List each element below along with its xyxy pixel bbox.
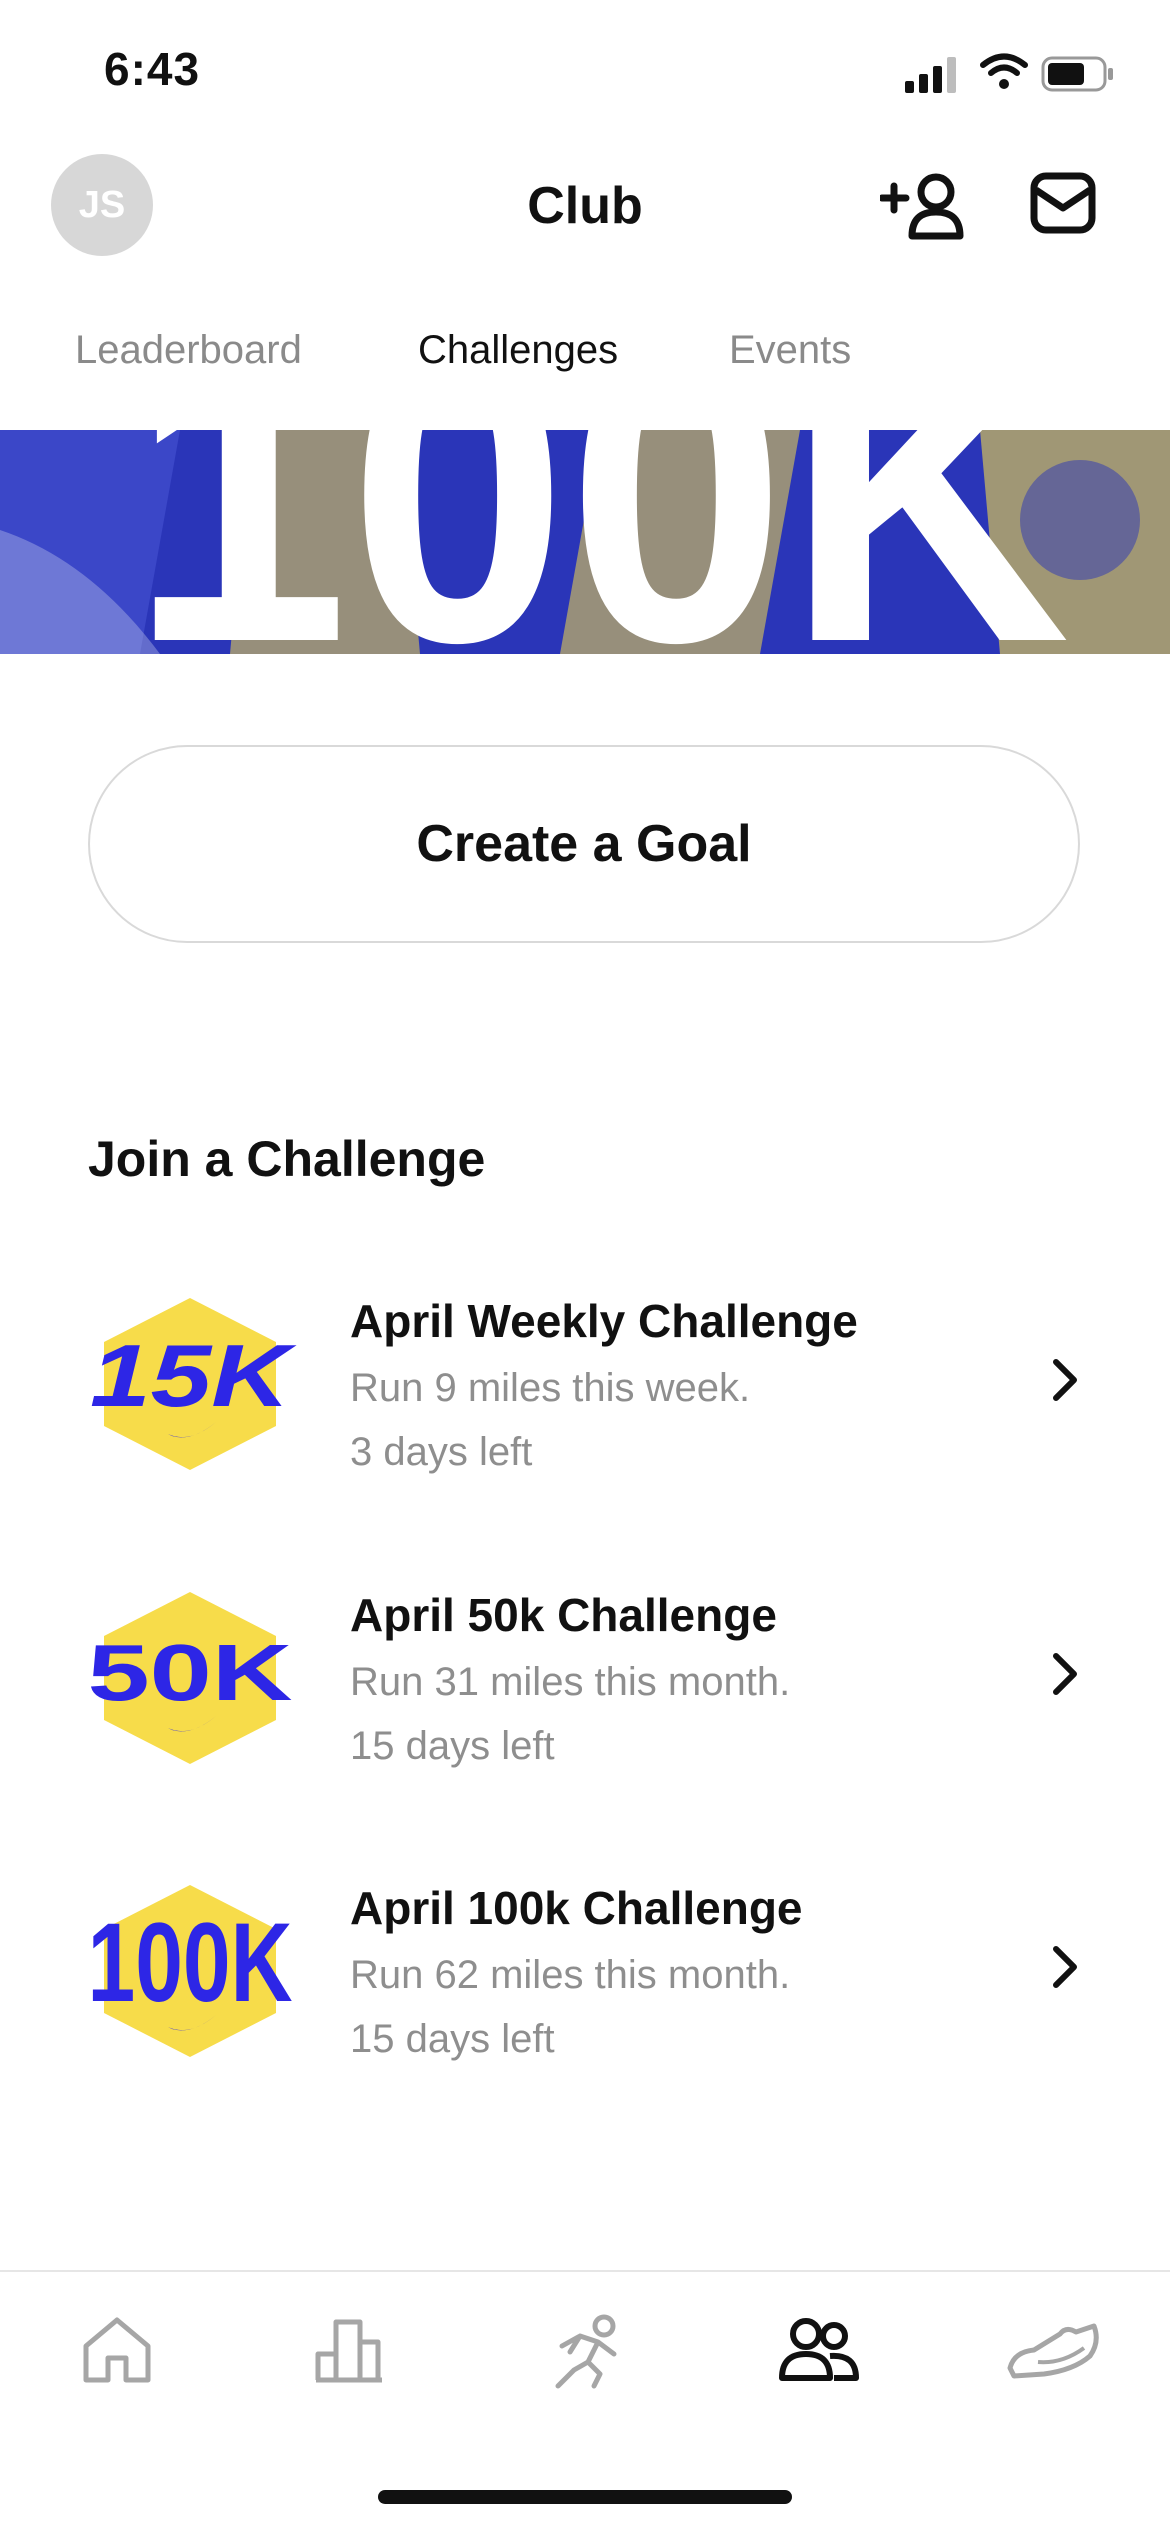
page-title: Club: [527, 177, 643, 235]
challenge-description: Run 9 miles this week.: [350, 1366, 751, 1410]
challenge-badge-100k: 100K: [88, 1885, 293, 2057]
status-time: 6:43: [104, 43, 201, 95]
challenge-badge-50k: 50K: [88, 1592, 293, 1764]
challenge-description: Run 31 miles this month.: [350, 1660, 791, 1704]
challenge-row-50k[interactable]: 50K April 50k Challenge Run 31 miles thi…: [80, 1588, 1090, 1818]
tab-challenges[interactable]: Challenges: [418, 328, 618, 373]
chevron-right-icon: [1053, 1359, 1077, 1401]
home-icon[interactable]: [80, 2312, 154, 2386]
banner-image: 100K: [0, 430, 1170, 654]
challenge-title: April 100k Challenge: [350, 1882, 803, 1934]
tab-events[interactable]: Events: [729, 328, 851, 373]
badge-text: 15K: [90, 1326, 297, 1425]
challenge-title: April 50k Challenge: [350, 1589, 777, 1641]
club-icon[interactable]: [776, 2312, 860, 2386]
banner-title: 100K: [130, 430, 1070, 654]
chevron-right-icon: [1053, 1653, 1077, 1695]
create-goal-button[interactable]: Create a Goal: [88, 745, 1080, 943]
add-friend-icon[interactable]: [880, 170, 970, 240]
challenge-description: Run 62 miles this month.: [350, 1953, 791, 1997]
shoe-icon[interactable]: [1004, 2312, 1104, 2386]
activity-icon[interactable]: [312, 2312, 386, 2386]
challenge-time-left: 15 days left: [350, 1724, 555, 1768]
challenge-badge-15k: 15K: [90, 1298, 297, 1470]
section-heading: Join a Challenge: [88, 1131, 486, 1187]
chevron-right-icon: [1053, 1946, 1077, 1988]
challenge-time-left: 15 days left: [350, 2017, 555, 2061]
wifi-icon: [980, 53, 1028, 89]
inbox-icon[interactable]: [1030, 172, 1096, 234]
badge-text: 100K: [88, 1900, 293, 2025]
challenge-time-left: 3 days left: [350, 1430, 533, 1474]
home-indicator: [378, 2490, 792, 2504]
battery-icon: [1041, 56, 1113, 92]
cellular-signal-icon: [905, 57, 956, 93]
badge-text: 50K: [88, 1628, 293, 1717]
challenge-row-100k[interactable]: 100K April 100k Challenge Run 62 miles t…: [80, 1881, 1090, 2111]
challenge-row-weekly[interactable]: 15K April Weekly Challenge Run 9 miles t…: [80, 1294, 1090, 1524]
run-icon[interactable]: [540, 2312, 630, 2392]
tab-leaderboard[interactable]: Leaderboard: [75, 328, 302, 373]
challenge-title: April Weekly Challenge: [350, 1295, 858, 1347]
challenge-banner[interactable]: 100K: [0, 430, 1170, 654]
